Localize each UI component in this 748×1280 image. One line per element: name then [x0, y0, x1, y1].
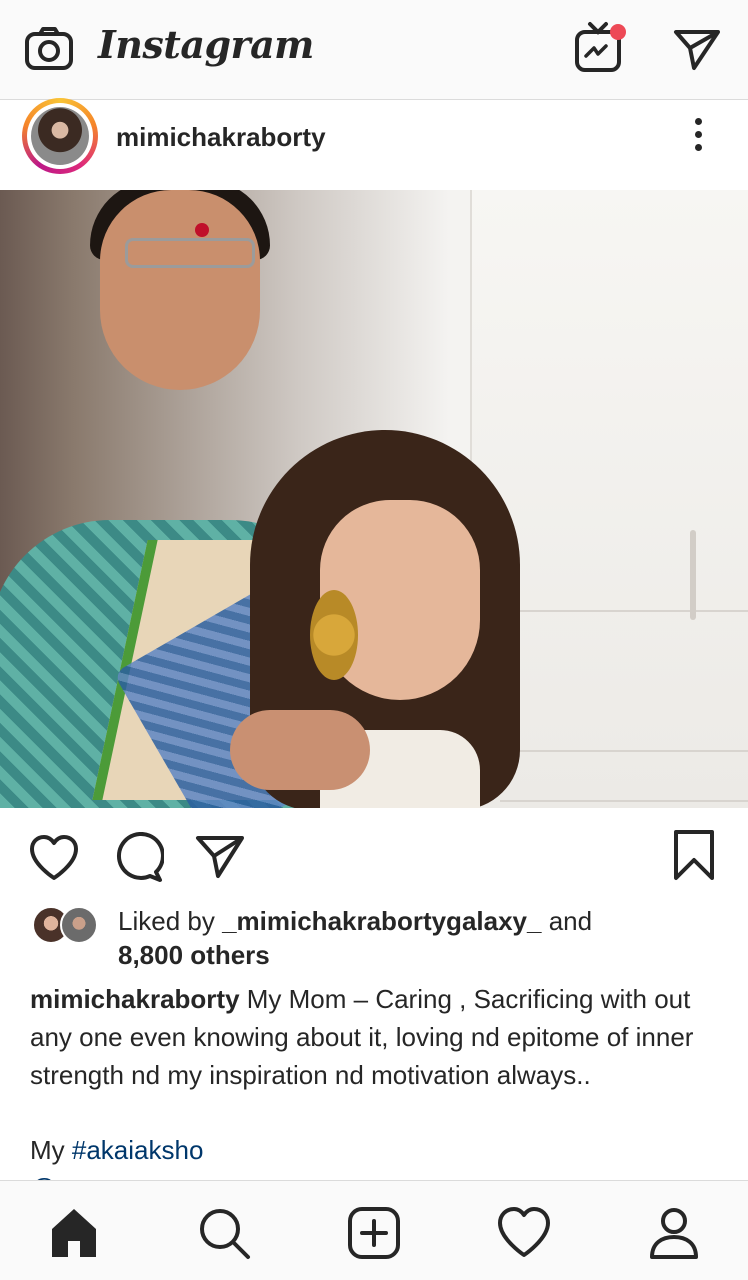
cabinet-line: [500, 610, 748, 612]
cabinet-handle: [690, 530, 696, 620]
photo-figure: [100, 190, 260, 390]
hashtag-link[interactable]: #akaiaksho: [72, 1135, 204, 1165]
notification-dot: [610, 24, 626, 40]
caption-hashtag-line: My #akaiaksho: [30, 1132, 203, 1168]
liked-by-prefix: Liked by: [118, 906, 223, 936]
photo-detail: [310, 590, 358, 680]
bookmark-icon[interactable]: [670, 828, 718, 882]
direct-message-icon[interactable]: [672, 26, 722, 72]
more-vertical-icon[interactable]: [688, 118, 708, 158]
bottom-nav: [0, 1180, 748, 1280]
liked-by-avatars[interactable]: [32, 906, 102, 946]
camera-icon[interactable]: [24, 26, 74, 72]
liked-by-user[interactable]: _mimichakrabortygalaxy_: [222, 906, 541, 936]
add-post-icon[interactable]: [344, 1203, 404, 1263]
photo-detail: [195, 223, 209, 237]
avatar: [31, 107, 89, 165]
share-icon[interactable]: [194, 832, 246, 880]
likes-count[interactable]: 8,800 others: [118, 938, 270, 972]
liked-by-suffix: and: [541, 906, 593, 936]
igtv-icon[interactable]: [574, 20, 628, 74]
story-ring[interactable]: [22, 98, 98, 174]
post-actions: [0, 808, 748, 900]
photo-figure: [230, 710, 370, 790]
home-icon[interactable]: [44, 1203, 104, 1263]
post-caption: mimichakraborty My Mom – Caring , Sacrif…: [30, 980, 720, 1094]
cabinet-line: [500, 800, 748, 802]
avatar-frame: [27, 103, 93, 169]
post-photo[interactable]: [0, 190, 748, 808]
photo-detail: [125, 238, 255, 268]
post-username[interactable]: mimichakraborty: [116, 122, 326, 153]
top-bar: Instagram: [0, 0, 748, 100]
profile-icon[interactable]: [644, 1203, 704, 1263]
instagram-logo: Instagram: [98, 22, 314, 67]
heart-icon[interactable]: [28, 834, 80, 882]
activity-heart-icon[interactable]: [494, 1203, 554, 1263]
caption-username[interactable]: mimichakraborty: [30, 984, 240, 1014]
search-icon[interactable]: [194, 1203, 254, 1263]
liked-by-text[interactable]: Liked by _mimichakrabortygalaxy_ and: [118, 904, 592, 938]
caption-tag-prefix: My: [30, 1135, 72, 1165]
avatar: [60, 906, 98, 944]
post-header: [0, 100, 748, 190]
cabinet-line: [500, 750, 748, 752]
comment-icon[interactable]: [112, 832, 164, 884]
